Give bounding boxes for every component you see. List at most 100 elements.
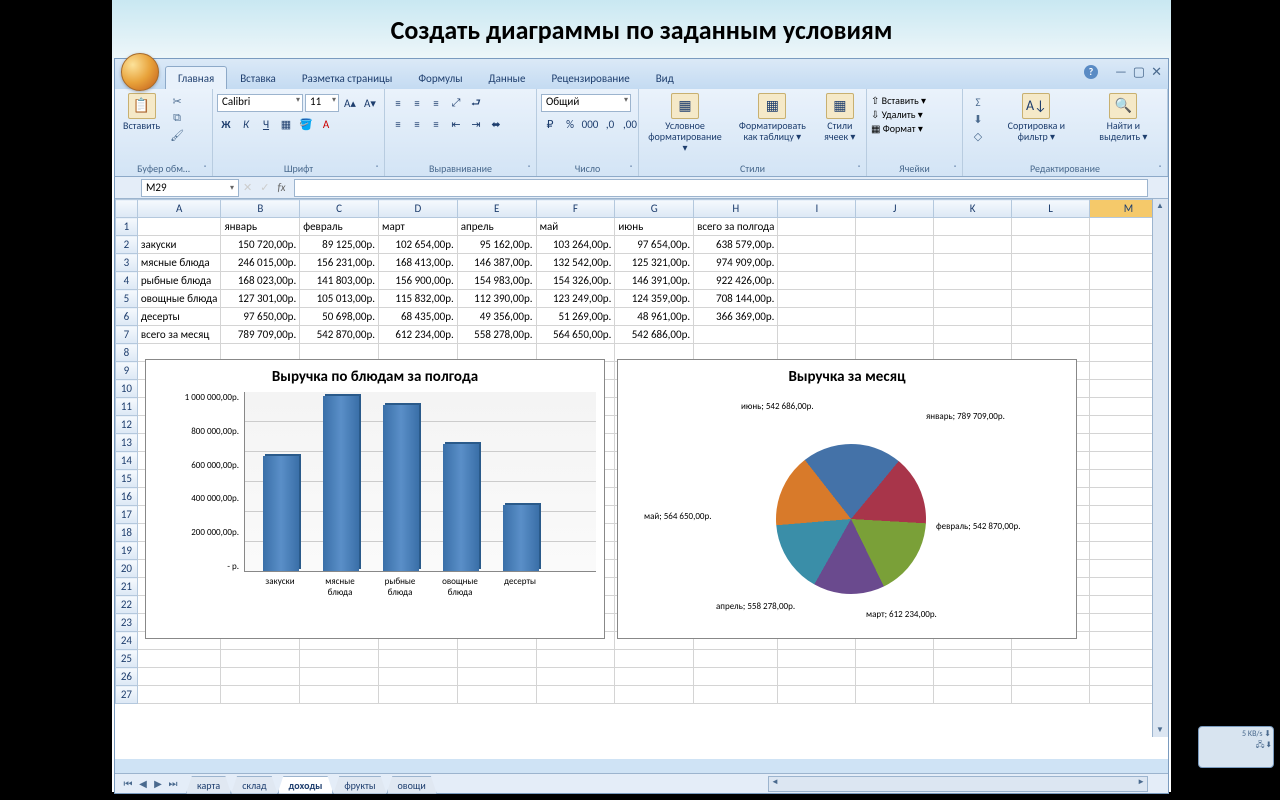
shrink-font-icon[interactable]: A▾ (361, 94, 379, 112)
row-header-24[interactable]: 24 (116, 632, 138, 650)
close-icon[interactable]: ✕ (1151, 65, 1162, 80)
cell[interactable]: 49 356,00р. (457, 308, 536, 326)
cell[interactable]: 168 023,00р. (221, 272, 300, 290)
currency-icon[interactable]: ₽ (541, 115, 559, 133)
row-header-15[interactable]: 15 (116, 470, 138, 488)
cell[interactable]: 132 542,00р. (536, 254, 615, 272)
cell[interactable] (457, 668, 536, 686)
align-top-icon[interactable]: ≡ (389, 94, 407, 112)
col-header-G[interactable]: G (615, 200, 694, 218)
cell[interactable]: 97 650,00р. (221, 308, 300, 326)
row-header-20[interactable]: 20 (116, 560, 138, 578)
cell[interactable]: 974 909,00р. (694, 254, 778, 272)
cell[interactable] (300, 650, 379, 668)
cell[interactable] (778, 236, 856, 254)
cell[interactable]: 154 983,00р. (457, 272, 536, 290)
cell[interactable]: январь (221, 218, 300, 236)
cell[interactable]: 156 231,00р. (300, 254, 379, 272)
cell[interactable]: май (536, 218, 615, 236)
cell[interactable] (615, 668, 694, 686)
row-header-5[interactable]: 5 (116, 290, 138, 308)
cell[interactable] (694, 668, 778, 686)
cell[interactable] (137, 218, 221, 236)
select-all-corner[interactable] (116, 200, 138, 218)
office-button[interactable] (121, 53, 159, 91)
ribbon-tab-Вид[interactable]: Вид (643, 66, 687, 89)
row-header-12[interactable]: 12 (116, 416, 138, 434)
row-header-13[interactable]: 13 (116, 434, 138, 452)
cell[interactable] (536, 650, 615, 668)
underline-button[interactable]: Ч (257, 115, 275, 133)
horizontal-scrollbar[interactable] (768, 776, 1148, 792)
cell[interactable] (1012, 272, 1090, 290)
cell[interactable] (137, 650, 221, 668)
row-header-4[interactable]: 4 (116, 272, 138, 290)
decrease-decimal-icon[interactable]: ,00 (621, 115, 639, 133)
cell[interactable]: 542 870,00р. (300, 326, 379, 344)
spreadsheet-grid[interactable]: ABCDEFGHIJKLM1январьфевральмартапрельмай… (115, 199, 1168, 759)
cell[interactable] (856, 308, 934, 326)
row-header-17[interactable]: 17 (116, 506, 138, 524)
cell[interactable]: рыбные блюда (137, 272, 221, 290)
cell[interactable]: 127 301,00р. (221, 290, 300, 308)
sheet-tab-склад[interactable]: склад (231, 776, 277, 794)
row-header-25[interactable]: 25 (116, 650, 138, 668)
pie-chart[interactable]: Выручка за месяц январь; 789 709,00р.фев… (617, 359, 1077, 639)
cell[interactable] (1012, 326, 1090, 344)
cell[interactable] (457, 686, 536, 704)
ribbon-tab-Главная[interactable]: Главная (165, 66, 227, 89)
cell[interactable] (934, 326, 1012, 344)
first-sheet-icon[interactable]: ⏮ (121, 777, 135, 790)
row-header-8[interactable]: 8 (116, 344, 138, 362)
prev-sheet-icon[interactable]: ◀ (136, 777, 150, 790)
clear-icon[interactable]: ◇ (969, 128, 987, 144)
cell[interactable]: 105 013,00р. (300, 290, 379, 308)
cell[interactable] (615, 650, 694, 668)
col-header-H[interactable]: H (694, 200, 778, 218)
cell[interactable]: июнь (615, 218, 694, 236)
last-sheet-icon[interactable]: ⏭ (166, 777, 180, 790)
vertical-scrollbar[interactable] (1152, 199, 1168, 737)
cell[interactable] (615, 686, 694, 704)
row-header-19[interactable]: 19 (116, 542, 138, 560)
bar-chart[interactable]: Выручка по блюдам за полгода 1 000 000,0… (145, 359, 605, 639)
row-header-7[interactable]: 7 (116, 326, 138, 344)
cell[interactable] (300, 686, 379, 704)
cell[interactable] (221, 650, 300, 668)
cell[interactable] (856, 326, 934, 344)
cell[interactable]: 146 387,00р. (457, 254, 536, 272)
ribbon-tab-Формулы[interactable]: Формулы (405, 66, 475, 89)
cell[interactable]: 154 326,00р. (536, 272, 615, 290)
cell[interactable] (856, 290, 934, 308)
increase-decimal-icon[interactable]: ,0 (601, 115, 619, 133)
ribbon-tab-Разметка страницы[interactable]: Разметка страницы (289, 66, 406, 89)
cell[interactable] (1012, 686, 1090, 704)
cell[interactable] (1012, 290, 1090, 308)
cell[interactable]: 89 125,00р. (300, 236, 379, 254)
cell[interactable] (856, 236, 934, 254)
cell[interactable]: 68 435,00р. (379, 308, 458, 326)
cell[interactable]: 168 413,00р. (379, 254, 458, 272)
minimize-icon[interactable]: — (1115, 65, 1127, 80)
cell[interactable] (856, 218, 934, 236)
cell[interactable]: десерты (137, 308, 221, 326)
cell[interactable] (778, 668, 856, 686)
row-header-18[interactable]: 18 (116, 524, 138, 542)
cell[interactable] (536, 686, 615, 704)
cell[interactable]: 103 264,00р. (536, 236, 615, 254)
cell[interactable]: 146 391,00р. (615, 272, 694, 290)
align-left-icon[interactable]: ≡ (389, 115, 407, 133)
cell[interactable] (856, 650, 934, 668)
sort-filter-button[interactable]: А↓Сортировка и фильтр ▾ (991, 91, 1082, 144)
cell[interactable] (137, 668, 221, 686)
cell[interactable] (778, 650, 856, 668)
cell[interactable] (934, 668, 1012, 686)
formula-input[interactable] (294, 179, 1148, 197)
format-as-table-button[interactable]: ▦Форматировать как таблицу ▾ (729, 91, 816, 144)
col-header-L[interactable]: L (1012, 200, 1090, 218)
restore-icon[interactable]: ▢ (1133, 65, 1145, 80)
cell[interactable] (379, 650, 458, 668)
cell[interactable]: 789 709,00р. (221, 326, 300, 344)
bold-button[interactable]: Ж (217, 115, 235, 133)
cell[interactable] (457, 650, 536, 668)
